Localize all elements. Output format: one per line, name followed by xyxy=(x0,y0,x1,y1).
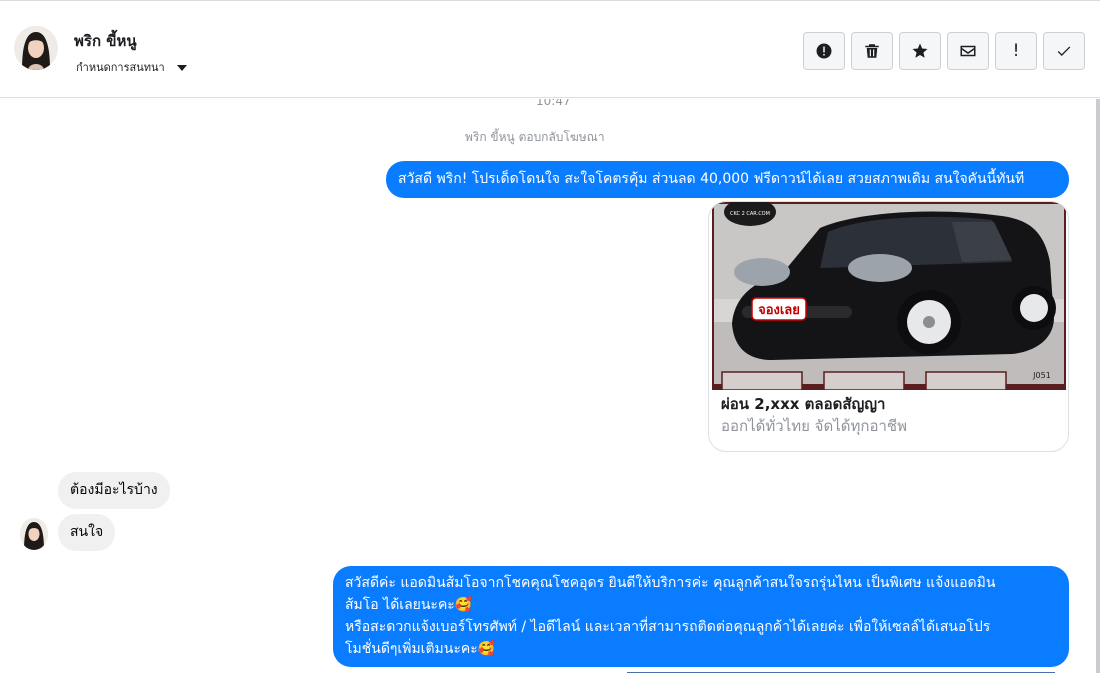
conversation-settings-dropdown[interactable]: กำหนดการสนทนา xyxy=(76,58,187,76)
star-button[interactable] xyxy=(899,32,941,70)
car-code-tag: J051 xyxy=(1032,371,1051,380)
incoming-message: ต้องมีอะไรบ้าง xyxy=(58,472,170,509)
message-line: หรือสะดวกแจ้งเบอร์โทรศัพท์ / ไอดีไลน์ แล… xyxy=(345,619,991,635)
caret-down-icon xyxy=(176,64,187,71)
conversation-actions: ! xyxy=(803,32,1085,70)
star-icon xyxy=(912,43,928,58)
mark-spam-button[interactable] xyxy=(803,32,845,70)
mark-done-button[interactable] xyxy=(1043,32,1085,70)
sender-photo xyxy=(20,518,48,550)
ad-card-title: ผ่อน 2,xxx ตลอดสัญญา xyxy=(721,395,886,413)
mark-unread-button[interactable] xyxy=(947,32,989,70)
incoming-message: สนใจ xyxy=(58,514,116,551)
contact-name[interactable]: พริก ขี้หนู xyxy=(74,29,137,53)
message-timestamp: 10:47 xyxy=(536,99,571,108)
message-line: สวัสดีค่ะ แอดมินส้มโอจากโชคคุณโชคอุดร ยิ… xyxy=(345,575,996,591)
inbox-conversation-view: พริก ขี้หนู กำหนดการสนทนา ! 10:47 พริก ข… xyxy=(0,0,1100,673)
conversation-settings-label: กำหนดการสนทนา xyxy=(76,61,165,74)
message-line: ส้มโอ ได้เลยนะคะ🥰 xyxy=(345,597,473,613)
conversation-header: พริก ขี้หนู กำหนดการสนทนา ! xyxy=(0,1,1100,98)
checkmark-icon xyxy=(1057,46,1071,56)
contact-photo xyxy=(14,26,58,70)
dealer-logo-text: CKC 2 CAR.COM xyxy=(730,211,770,217)
exclamation-icon: ! xyxy=(1012,41,1020,61)
thread-scrollbar[interactable] xyxy=(1096,99,1100,673)
contact-avatar[interactable] xyxy=(14,26,58,70)
ad-reply-note: พริก ขี้หนู ตอบกลับโฆษณา xyxy=(465,130,605,144)
envelope-icon xyxy=(960,45,976,57)
trash-icon xyxy=(865,44,879,58)
delete-button[interactable] xyxy=(851,32,893,70)
outgoing-message[interactable]: สวัสดี พริก! โปรเด็ดโดนใจ สะใจโคตรคุ้ม ส… xyxy=(386,161,1069,198)
follow-up-button[interactable]: ! xyxy=(995,32,1037,70)
ad-card[interactable]: จองเลย CKC 2 CAR.COM J051 ผ่อน 2,xxx ตลอ… xyxy=(708,201,1069,452)
message-thread: 10:47 พริก ขี้หนู ตอบกลับโฆษณา สวัสดี พร… xyxy=(0,99,1100,673)
ad-card-subtitle: ออกได้ทั่วไทย จัดได้ทุกอาชีพ xyxy=(721,417,907,435)
sender-avatar xyxy=(20,518,48,550)
outgoing-message[interactable]: สวัสดีค่ะ แอดมินส้มโอจากโชคคุณโชคอุดร ยิ… xyxy=(333,566,1069,667)
reserve-badge: จองเลย xyxy=(758,303,800,318)
car-photo: จองเลย CKC 2 CAR.COM J051 xyxy=(712,202,1066,390)
message-line: โมชั่นดีๆเพิ่มเติมนะคะ🥰 xyxy=(345,641,496,657)
alert-icon xyxy=(816,43,832,59)
